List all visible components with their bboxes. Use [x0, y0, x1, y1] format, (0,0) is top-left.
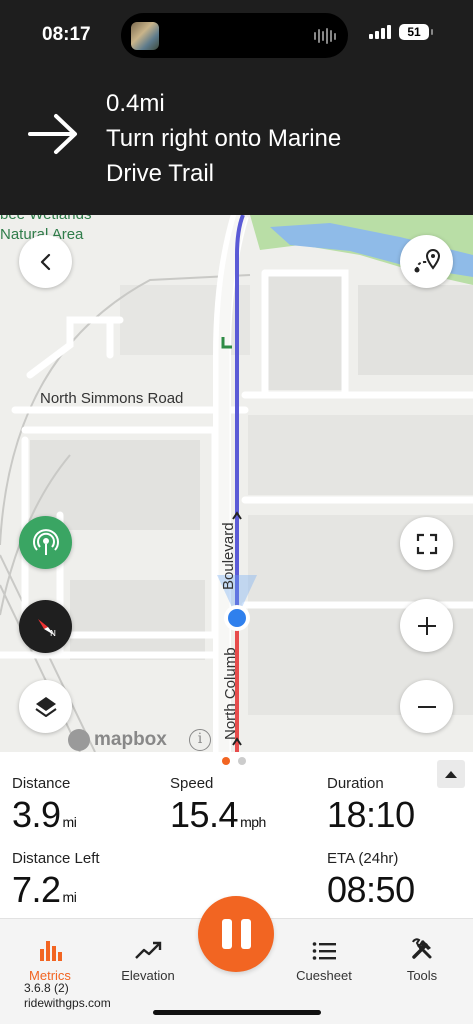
cellular-signal-icon — [369, 25, 391, 39]
battery-icon: 51 — [399, 24, 429, 40]
battery-nub — [431, 29, 433, 35]
zoom-in-button[interactable] — [400, 599, 453, 652]
navigation-banner: 08:17 51 0.4mi Turn right onto Marine Dr… — [0, 0, 473, 215]
metric-speed: Speed 15.4 mph — [170, 775, 266, 836]
tab-tools[interactable]: Tools — [374, 935, 470, 983]
road-label-north-columbia: North Columb — [222, 647, 239, 740]
mapbox-attribution[interactable]: mapbox — [68, 729, 167, 751]
instruction-line-2: Drive Trail — [106, 160, 215, 187]
plus-icon — [417, 616, 436, 635]
pause-icon-bar-right — [240, 919, 251, 949]
tab-cuesheet-label: Cuesheet — [296, 968, 352, 983]
distance-label: Distance — [12, 775, 71, 792]
page-dot[interactable] — [238, 757, 246, 765]
tab-metrics[interactable]: Metrics — [2, 935, 98, 983]
zoom-out-button[interactable] — [400, 680, 453, 733]
road-label-north-simmons: North Simmons Road — [40, 390, 184, 407]
home-indicator[interactable] — [153, 1010, 321, 1015]
layers-button[interactable] — [19, 680, 72, 733]
metric-duration: Duration 18:10 — [327, 775, 415, 836]
area-label-line-1: bee Wetlands — [0, 215, 91, 225]
tab-elevation[interactable]: Elevation — [100, 935, 196, 983]
trend-up-icon — [135, 941, 162, 959]
road-label-boulevard: Boulevard — [220, 522, 237, 590]
distance-unit: mi — [62, 814, 77, 830]
version-number: 3.6.8 (2) — [24, 981, 69, 995]
bar-chart-icon — [40, 941, 62, 961]
eta-label: ETA (24hr) — [327, 850, 399, 867]
duration-label: Duration — [327, 775, 384, 792]
metric-distance-left: Distance Left 7.2 mi — [12, 850, 100, 911]
broadcast-icon — [32, 528, 59, 555]
turn-instruction: 0.4mi Turn right onto Marine Drive Trail — [106, 86, 341, 191]
route-options-button[interactable] — [400, 235, 453, 288]
caret-up-icon — [445, 771, 457, 778]
duration-value: 18:10 — [327, 794, 415, 835]
speed-unit: mph — [240, 814, 266, 830]
mapbox-wordmark: mapbox — [94, 729, 167, 750]
page-indicator[interactable] — [222, 757, 246, 765]
location-share-button[interactable] — [19, 516, 72, 569]
metric-distance: Distance 3.9 mi — [12, 775, 77, 836]
dynamic-island[interactable] — [121, 13, 348, 58]
speed-value-row: 15.4 mph — [170, 794, 266, 836]
status-time: 08:17 — [42, 24, 91, 45]
chevron-left-icon — [40, 253, 50, 270]
compass-icon: N — [37, 618, 56, 638]
turn-distance: 0.4mi — [106, 90, 165, 117]
layers-icon — [34, 696, 57, 717]
status-indicators: 51 — [369, 24, 433, 40]
info-icon[interactable]: i — [189, 729, 211, 751]
list-icon — [312, 942, 336, 960]
distance-left-value: 7.2 — [12, 869, 61, 910]
distance-left-unit: mi — [62, 889, 77, 905]
tools-icon — [412, 938, 432, 959]
distance-left-label: Distance Left — [12, 850, 100, 867]
speed-label: Speed — [170, 775, 214, 792]
page-dot-active[interactable] — [222, 757, 230, 765]
fullscreen-icon — [416, 533, 437, 554]
now-playing-artwork — [131, 22, 159, 50]
minus-icon — [417, 705, 436, 708]
tab-elevation-label: Elevation — [121, 968, 175, 983]
mapbox-logo-icon — [68, 729, 90, 751]
pause-icon-bar-left — [221, 919, 232, 949]
metric-eta: ETA (24hr) 08:50 — [327, 850, 415, 911]
distance-left-value-row: 7.2 mi — [12, 869, 100, 911]
distance-value: 3.9 — [12, 794, 61, 835]
instruction-line-1: Turn right onto Marine — [106, 125, 342, 152]
tab-tools-label: Tools — [406, 968, 438, 983]
back-button[interactable] — [19, 235, 72, 288]
app-version: 3.6.8 (2) ridewithgps.com — [24, 981, 111, 1011]
audio-waveform-icon — [314, 28, 336, 44]
tab-cuesheet[interactable]: Cuesheet — [276, 935, 372, 983]
compass-button[interactable]: N — [19, 600, 72, 653]
speed-value: 15.4 — [170, 794, 239, 835]
map-view[interactable]: bee Wetlands Natural Area North Simmons … — [0, 215, 473, 752]
route-pin-icon — [414, 248, 440, 272]
eta-value: 08:50 — [327, 869, 415, 910]
site-url: ridewithgps.com — [24, 996, 111, 1010]
fullscreen-button[interactable] — [400, 517, 453, 570]
svg-text:N: N — [50, 629, 56, 638]
collapse-panel-button[interactable] — [437, 760, 465, 788]
arrow-right-icon — [28, 114, 77, 154]
distance-value-row: 3.9 mi — [12, 794, 77, 836]
pause-button[interactable] — [198, 896, 274, 972]
